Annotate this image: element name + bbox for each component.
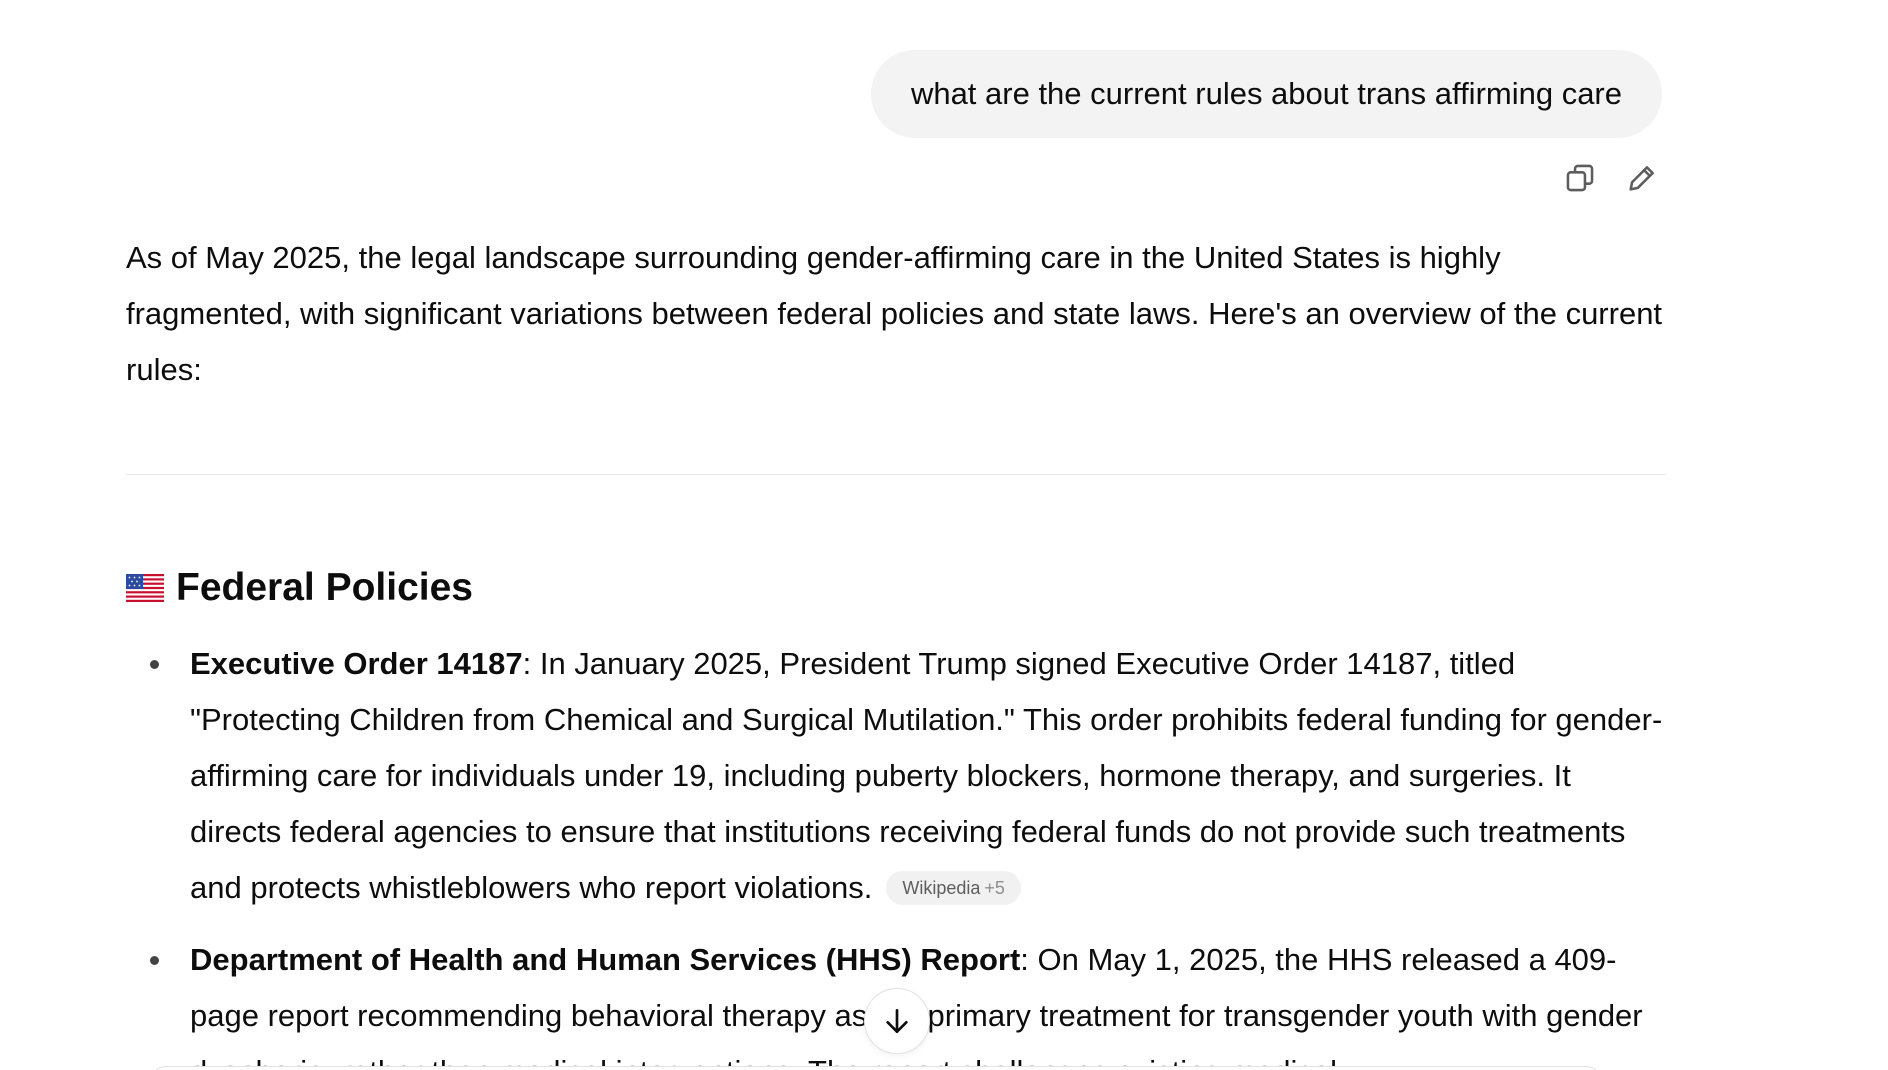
citation-more-count: +5 — [984, 878, 1005, 898]
citation-pill[interactable]: Wikipedia +5 — [886, 871, 1021, 905]
list-item: Executive Order 14187: In January 2025, … — [126, 636, 1666, 916]
user-message-row: what are the current rules about trans a… — [870, 50, 1662, 138]
user-message-bubble: what are the current rules about trans a… — [870, 50, 1662, 138]
composer-box[interactable] — [150, 1066, 1602, 1070]
answer-intro: As of May 2025, the legal landscape surr… — [126, 240, 1663, 387]
assistant-answer: As of May 2025, the legal landscape surr… — [126, 230, 1666, 398]
citation-source: Wikipedia — [902, 878, 981, 898]
copy-button[interactable] — [1560, 158, 1600, 198]
copy-icon — [1566, 164, 1594, 192]
section-title: Federal Policies — [176, 566, 473, 609]
user-message-actions — [1560, 158, 1662, 198]
scroll-to-bottom-button[interactable] — [864, 988, 930, 1054]
list-item-heading: Executive Order 14187 — [190, 646, 523, 681]
arrow-down-icon — [886, 1009, 908, 1033]
us-flag-icon — [126, 574, 164, 602]
edit-message-button[interactable] — [1622, 158, 1662, 198]
chat-thread: what are the current rules about trans a… — [0, 0, 1888, 1070]
pencil-icon — [1629, 166, 1654, 191]
list-item-body: : In January 2025, President Trump signe… — [190, 646, 1663, 905]
section-divider — [126, 474, 1666, 475]
section-heading: Federal Policies — [126, 562, 473, 614]
list-item-heading: Department of Health and Human Services … — [190, 942, 1021, 977]
